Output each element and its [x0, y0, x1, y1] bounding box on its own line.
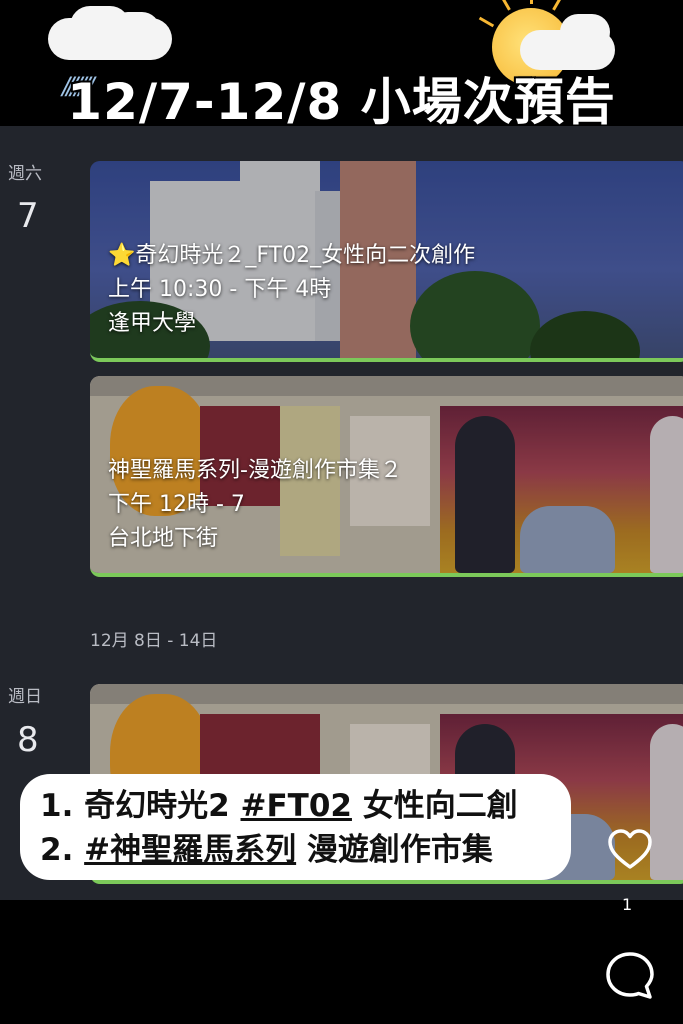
- event-time: 上午 10:30 - 下午 4時: [108, 277, 332, 302]
- speech-bubble-icon[interactable]: [604, 950, 656, 1002]
- story-header: /////// 12/7-12/8 小場次預告: [0, 0, 683, 126]
- heart-icon[interactable]: [606, 826, 654, 874]
- event-card[interactable]: 神聖羅馬系列-漫遊創作市集２ 下午 12時 - 7 台北地下街: [90, 376, 683, 577]
- event-location: 逢甲大學: [108, 311, 197, 336]
- story-text-sticker: 1. 奇幻時光2 #FT02 女性向二創 2. #神聖羅馬系列 漫遊創作市集: [20, 774, 571, 880]
- weekday-label: 週日: [8, 687, 42, 707]
- event-location: 台北地下街: [108, 526, 219, 551]
- event-time: 下午 12時 - 7: [108, 492, 245, 517]
- like-count: 1: [622, 895, 633, 914]
- overlay-line-1: 1. 奇幻時光2 #FT02 女性向二創: [40, 788, 518, 824]
- overlay-line-2: 2. #神聖羅馬系列 漫遊創作市集: [40, 832, 493, 868]
- hashtag-link[interactable]: #神聖羅馬系列: [84, 832, 296, 868]
- event-title: ⭐奇幻時光２_FT02_女性向二次創作: [108, 243, 476, 268]
- day-number: 8: [17, 720, 39, 760]
- week-range-label: 12月 8日 - 14日: [90, 631, 218, 651]
- hashtag-link[interactable]: #FT02: [241, 788, 352, 824]
- day-number: 7: [17, 196, 39, 236]
- cloud-icon: [110, 12, 160, 48]
- page-title: 12/7-12/8 小場次預告: [67, 73, 616, 126]
- event-title: 神聖羅馬系列-漫遊創作市集２: [108, 458, 402, 483]
- weekday-label: 週六: [8, 164, 42, 184]
- event-card[interactable]: ⭐奇幻時光２_FT02_女性向二次創作 上午 10:30 - 下午 4時 逢甲大…: [90, 161, 683, 362]
